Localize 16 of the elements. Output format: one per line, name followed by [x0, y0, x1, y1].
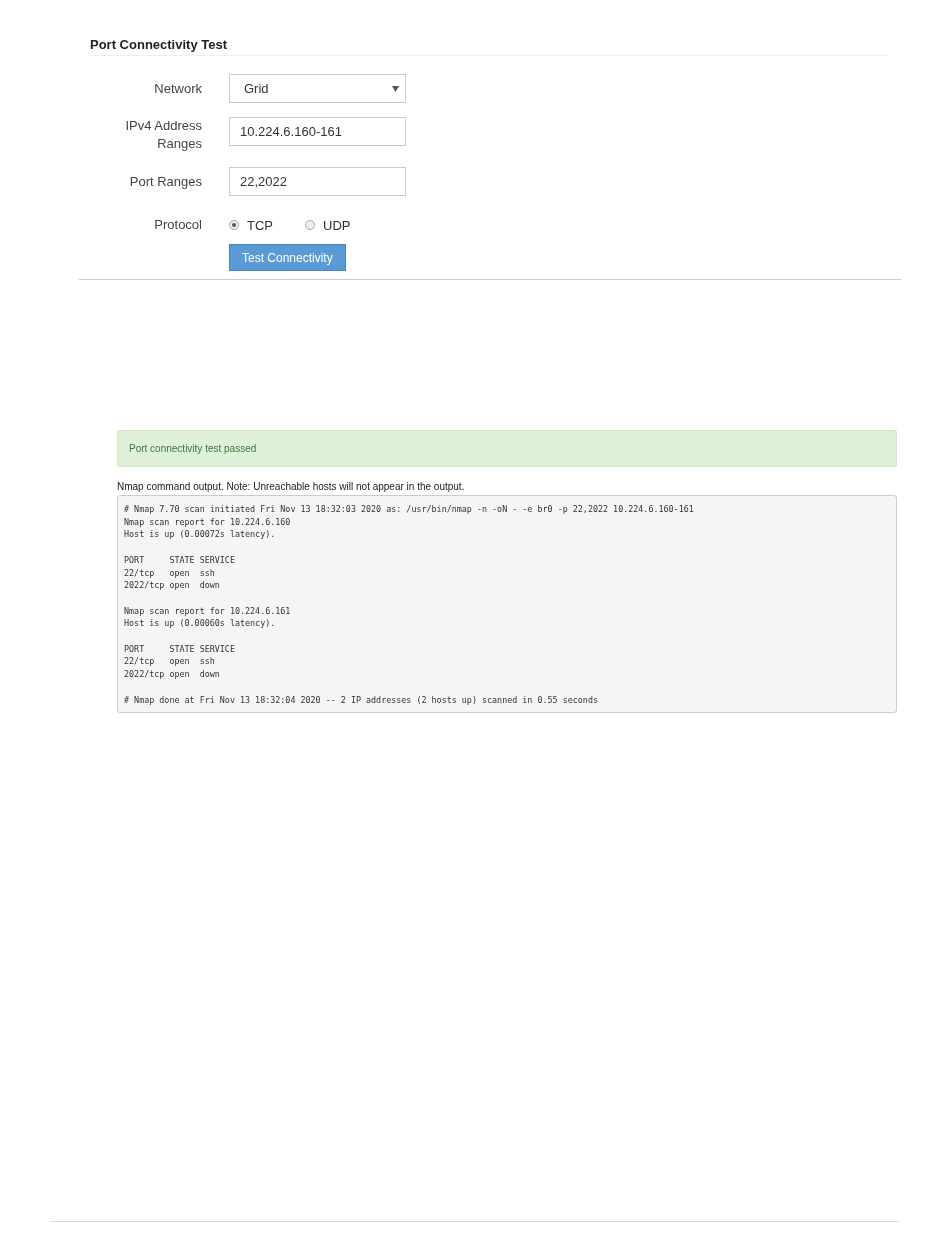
- field-label: Protocol: [153, 216, 202, 234]
- caret-icon: [392, 85, 399, 92]
- field-label: Network: [153, 79, 202, 98]
- input-field[interactable]: 10.224.6.160-161: [229, 117, 406, 146]
- network-select[interactable]: Grid: [229, 74, 406, 103]
- field-label: IPv4 Address Ranges: [124, 117, 202, 153]
- success-alert: Port connectivity test passed: [117, 430, 897, 467]
- field-label: Port Ranges: [128, 172, 202, 191]
- radio-button[interactable]: [229, 220, 239, 230]
- output-note: Nmap command output. Note: Unreachable hosts will not appear in the output.: [117, 481, 466, 492]
- radio-button[interactable]: [305, 220, 315, 230]
- radio-label: UDP: [323, 217, 351, 233]
- radio-label: TCP: [247, 217, 273, 233]
- input-field[interactable]: 22,2022: [229, 167, 406, 196]
- command-output: # Nmap 7.70 scan initiated Fri Nov 13 18:32:03 2020 as: /usr/bin/nmap -n -oN - -e br0 -p 22,2022 10.224.6.160-161 Nmap scan report for 10.224.6.160 Host is up (0.00072s latency). PORT STATE SERVICE 22/tcp open ssh 2022/tcp open down Nmap scan report for 10.224.6.161 Host is up (0.00060s latency). PORT STATE SERVICE 22/tcp open ssh 2022/tcp open down # Nmap done at Fri Nov 13 18:32:04 2020 -- 2 IP addresses (2 hosts up) scanned in 0.55 seconds: [117, 495, 897, 714]
- section-title: Port Connectivity Test: [90, 37, 888, 56]
